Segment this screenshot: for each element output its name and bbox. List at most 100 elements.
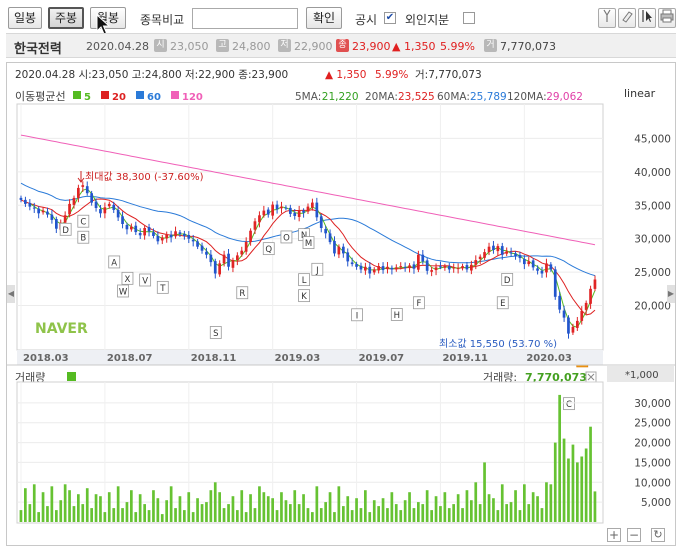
compare-input[interactable] <box>192 8 298 29</box>
weekly-button[interactable]: 주봉 <box>48 7 84 29</box>
volume-bar <box>121 508 124 522</box>
price-grid <box>17 104 603 350</box>
candle-body <box>258 215 261 223</box>
candle-body <box>156 236 160 242</box>
volume-bar <box>63 484 67 522</box>
volume-bar <box>377 506 380 522</box>
volume-bar <box>280 492 283 522</box>
volume-bar <box>99 496 102 522</box>
volume-bar <box>32 484 36 522</box>
volume-bar <box>143 504 146 522</box>
candle-body <box>509 252 513 254</box>
volume-bar <box>355 498 358 522</box>
volume-bar <box>403 500 407 522</box>
candle-body <box>94 201 98 208</box>
price-tick-label: 20,000 <box>634 301 671 313</box>
disclosure-marker-label: R <box>239 289 245 299</box>
candle-body <box>496 246 500 252</box>
candle-body <box>37 208 40 214</box>
candle-body <box>430 270 433 272</box>
volume-bar <box>24 488 27 522</box>
volume-bar <box>191 512 195 522</box>
ma-value: 23,525 <box>398 91 435 103</box>
volume-bar <box>160 514 164 522</box>
cursor-icon[interactable] <box>638 8 656 28</box>
chart-svg[interactable]: 2020.04.28 시:23,050 고:24,800 저:22,900 종:… <box>7 63 675 545</box>
scroll-right-icon[interactable]: ▶ <box>667 285 675 303</box>
volume-bar <box>456 494 460 522</box>
volume-bar <box>107 492 111 522</box>
volume-bar <box>130 490 133 522</box>
volume-bar <box>558 394 561 522</box>
zoom-out-button[interactable]: − <box>627 528 641 542</box>
candle-body <box>218 263 221 275</box>
disclosure-marker-label: I <box>356 311 359 321</box>
disclosure-marker-label: A <box>111 258 117 268</box>
volume-bar <box>589 426 592 522</box>
candle-body <box>377 266 380 271</box>
candle-body <box>403 267 407 269</box>
volume-close-icon[interactable] <box>585 371 597 383</box>
confirm-button[interactable]: 확인 <box>306 7 342 29</box>
volume-bar <box>562 438 566 522</box>
candle-body <box>319 216 323 228</box>
stock-name: 한국전력 <box>14 42 62 57</box>
candle-body <box>342 246 345 254</box>
reset-button[interactable]: ↻ <box>651 528 665 542</box>
x-tick-label: 2018.03 <box>23 353 69 364</box>
zoom-in-button[interactable]: + <box>607 528 621 542</box>
ma-legend-title: 이동평균선 <box>15 90 66 103</box>
volume-tick-label: 5,000 <box>641 497 671 509</box>
candle-body <box>381 266 385 271</box>
volume-bar <box>337 486 341 522</box>
candle-body <box>41 210 45 213</box>
volume-bar <box>244 512 248 522</box>
candle-body <box>474 260 478 265</box>
foreign-ownership-checkbox[interactable] <box>463 12 475 24</box>
scroll-left-icon[interactable]: ◀ <box>7 285 15 303</box>
candle-body <box>549 264 553 270</box>
candle-body <box>231 260 235 268</box>
price-y-axis: 45,000 40,000 35,000 30,000 25,000 20,000 <box>634 133 671 312</box>
low-badge: 저 <box>278 39 291 52</box>
volume-bar <box>59 500 63 522</box>
candle-body <box>293 213 297 216</box>
volume-bar <box>209 490 213 522</box>
disclosure-marker-label: D <box>62 226 69 236</box>
scale-label[interactable]: linear <box>624 87 656 100</box>
volume-bar <box>421 504 425 522</box>
max-value-marker: 최대값 38,300 (-37.60%) <box>77 171 204 183</box>
daily-button[interactable]: 일봉 <box>8 7 42 29</box>
candle-body <box>284 207 288 209</box>
volume-bar <box>81 504 85 522</box>
volume-bar <box>523 484 526 522</box>
volume-bar <box>434 496 438 522</box>
ma-value: 25,789 <box>470 91 507 103</box>
volume-bar <box>399 510 403 522</box>
volume-bar <box>430 510 433 522</box>
volume-badge: 거 <box>484 39 497 52</box>
price-tick-label: 35,000 <box>634 200 671 212</box>
naver-watermark: NAVER <box>35 321 88 337</box>
disclosure-checkbox[interactable]: ✔ <box>384 12 396 24</box>
crosshair-icon[interactable] <box>598 8 616 28</box>
eraser-icon[interactable] <box>618 8 636 28</box>
volume-bar <box>196 498 199 522</box>
disclosure-marker-label: H <box>394 311 400 321</box>
volume-bar <box>302 494 305 522</box>
candle-body <box>328 233 332 243</box>
candle-body <box>107 203 111 207</box>
chart-frame: 2020.04.28 시:23,050 고:24,800 저:22,900 종:… <box>6 62 676 546</box>
min-value-label: 최소값 15,550 (53.70 %) <box>439 338 557 350</box>
candle-body <box>514 253 517 257</box>
candle-body <box>315 202 319 218</box>
volume-bar <box>50 486 54 522</box>
candle-body <box>483 252 486 258</box>
stock-info-bar: 한국전력 2020.04.28 시 23,050 고 24,800 저 22,9… <box>6 33 676 58</box>
print-icon[interactable] <box>658 8 676 28</box>
volume-bar <box>536 496 539 522</box>
foreign-ownership-label: 외인지분 <box>405 13 450 27</box>
candle-body <box>32 207 36 209</box>
volume-bar <box>567 458 570 522</box>
volume-bar <box>37 512 40 522</box>
